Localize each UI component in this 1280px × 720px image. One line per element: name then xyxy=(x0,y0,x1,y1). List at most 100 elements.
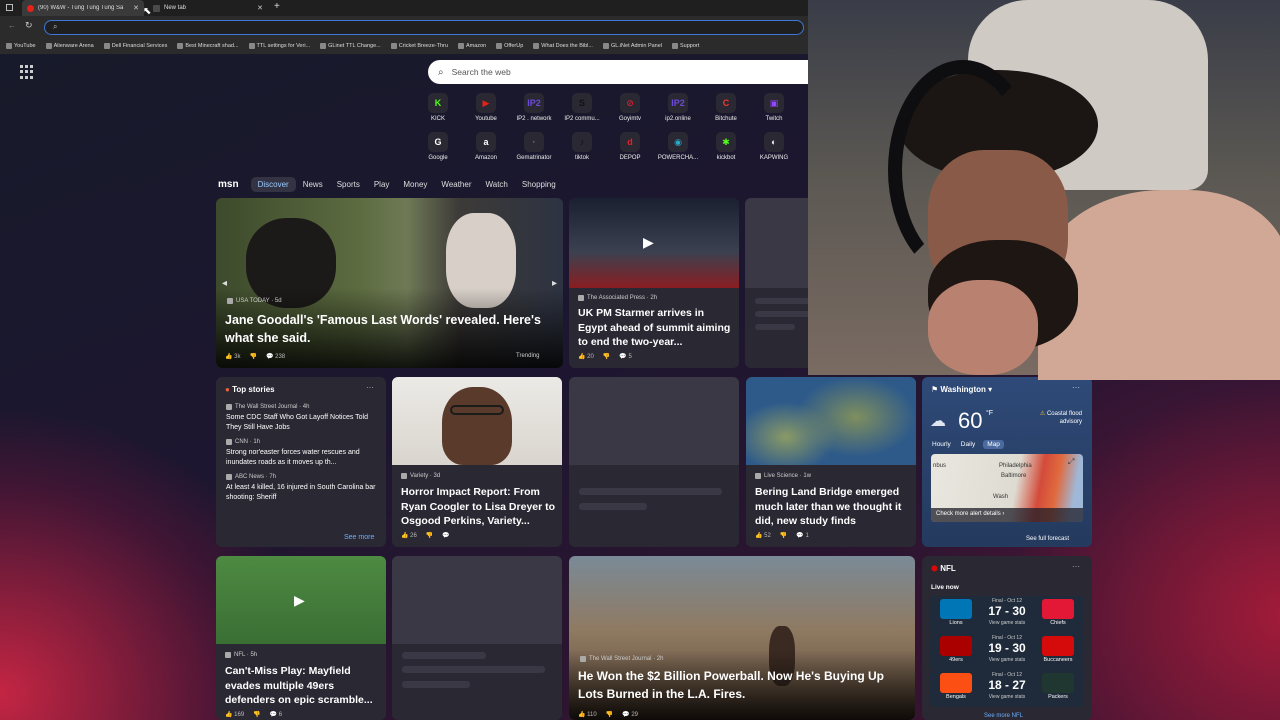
msn-logo[interactable]: msn xyxy=(218,179,239,190)
comment-icon[interactable]: 💬 6 xyxy=(270,711,282,718)
like-icon[interactable]: 👍 169 xyxy=(225,711,244,718)
comment-icon[interactable]: 💬 xyxy=(442,532,449,539)
game-row[interactable]: Lions Chiefs Final - Oct 12 17 - 30 View gam… xyxy=(930,596,1084,633)
dislike-icon[interactable]: 👎 xyxy=(603,353,610,360)
see-more-nfl-link[interactable]: See more NFL xyxy=(984,713,1023,719)
horror-headline[interactable]: Horror Impact Report: From Ryan Coogler … xyxy=(401,485,557,529)
story-headline[interactable]: At least 4 killed, 16 injured in South C… xyxy=(226,483,382,503)
web-search-box[interactable]: ⌕ Search the web xyxy=(428,60,808,84)
carousel-next-icon[interactable]: ▸ xyxy=(552,278,557,289)
play-icon[interactable]: ▶ xyxy=(294,592,305,609)
quick-link-11[interactable]: ♪ tiktok xyxy=(558,132,606,165)
weather-location[interactable]: ⚑ Washington ▾ xyxy=(931,385,992,394)
bookmark-item[interactable]: OfferUp xyxy=(496,43,523,49)
dislike-icon[interactable]: 👎 xyxy=(249,353,256,360)
dislike-icon[interactable]: 👎 xyxy=(606,711,613,718)
list-item[interactable]: ABC News · 7h At least 4 killed, 16 injur… xyxy=(226,474,382,503)
weather-tab-hourly[interactable]: Hourly xyxy=(930,440,953,449)
bookmark-item[interactable]: Cricket Breeze-Thru xyxy=(390,43,448,49)
bookmark-item[interactable]: What Does the Bibl... xyxy=(533,43,593,49)
close-tab-icon[interactable]: ✕ xyxy=(133,4,139,12)
game-stats-link[interactable]: View game stats xyxy=(930,694,1084,700)
starmer-card[interactable]: ▶ The Associated Press · 2h UK PM Starme… xyxy=(569,198,739,368)
bookmark-item[interactable]: TTL settings for Veri... xyxy=(248,43,310,49)
bookmark-item[interactable]: Dell Financial Services xyxy=(103,43,167,49)
more-options-icon[interactable]: ··· xyxy=(1072,562,1080,571)
hero-card[interactable]: ◂ ▸ USA TODAY · 5d Jane Goodall's 'Famou… xyxy=(216,198,563,368)
tab-play[interactable]: Play xyxy=(367,177,397,192)
quick-link-1[interactable]: ▶ Youtube xyxy=(462,93,510,126)
expand-icon[interactable]: ⤢ xyxy=(1068,457,1074,467)
bookmark-item[interactable]: GL.iNet Admin Panel xyxy=(602,43,662,49)
starmer-headline[interactable]: UK PM Starmer arrives in Egypt ahead of … xyxy=(578,306,734,350)
weather-map[interactable]: Philadelphia Baltimore Wash nbus ⤢ Check… xyxy=(931,454,1083,522)
bookmark-item[interactable]: YouTube xyxy=(6,43,36,49)
comment-icon[interactable]: 💬 5 xyxy=(619,353,631,360)
tab-youtube[interactable]: (90) W&W - Tung Tung Tung Sa ✕ xyxy=(22,0,144,16)
tab-weather[interactable]: Weather xyxy=(434,177,478,192)
url-input[interactable]: ⌕ xyxy=(44,20,804,35)
like-icon[interactable]: 👍 110 xyxy=(578,711,597,718)
quick-link-2[interactable]: IP2 IP2 . network xyxy=(510,93,558,126)
tab-new-tab[interactable]: New tab ✕ xyxy=(148,0,268,16)
tab-discover[interactable]: Discover xyxy=(250,176,296,192)
tab-sports[interactable]: Sports xyxy=(330,177,367,192)
comment-icon[interactable]: 💬 1 xyxy=(796,532,808,539)
see-more-link[interactable]: See more xyxy=(344,534,374,541)
story-headline[interactable]: Some CDC Staff Who Got Layoff Notices To… xyxy=(226,413,382,433)
mayfield-card[interactable]: ▶ NFL · 5h Can't-Miss Play: Mayfield eva… xyxy=(216,556,386,720)
weather-tab-map[interactable]: Map xyxy=(983,440,1004,449)
bookmark-item[interactable]: GLinet TTL Change... xyxy=(320,43,381,49)
more-options-icon[interactable]: ··· xyxy=(366,383,374,392)
weather-tab-daily[interactable]: Daily xyxy=(959,440,977,449)
weather-card[interactable]: ⚑ Washington ▾ ··· ☁ 60 °F ⚠ Coastal flo… xyxy=(922,377,1092,547)
quick-link-12[interactable]: d DEPOP xyxy=(606,132,654,165)
quick-link-0[interactable]: K KICK xyxy=(414,93,462,126)
quick-link-9[interactable]: a Amazon xyxy=(462,132,510,165)
nfl-title[interactable]: ⬢ NFL xyxy=(931,564,956,573)
apps-grid-icon[interactable] xyxy=(20,65,34,79)
like-icon[interactable]: 👍 3k xyxy=(225,353,240,360)
carousel-prev-icon[interactable]: ◂ xyxy=(222,278,227,289)
horror-card[interactable]: Variety · 3d Horror Impact Report: From … xyxy=(392,377,562,547)
back-arrow-icon[interactable]: ← xyxy=(8,21,16,30)
bookmark-item[interactable]: Support xyxy=(672,43,699,49)
alert-details-link[interactable]: Check more alert details › xyxy=(931,508,1083,522)
quick-link-4[interactable]: ⊘ Goyimtv xyxy=(606,93,654,126)
hero-headline[interactable]: Jane Goodall's 'Famous Last Words' revea… xyxy=(225,311,560,347)
quick-link-14[interactable]: ✱ kickbot xyxy=(702,132,750,165)
mayfield-headline[interactable]: Can't-Miss Play: Mayfield evades multipl… xyxy=(225,664,383,708)
powerball-card[interactable]: The Wall Street Journal · 2h He Won the … xyxy=(569,556,915,720)
powerball-headline[interactable]: He Won the $2 Billion Powerball. Now He'… xyxy=(578,668,908,703)
bookmark-item[interactable]: Alienware Arena xyxy=(45,43,94,49)
list-item[interactable]: The Wall Street Journal · 4h Some CDC Sta… xyxy=(226,404,382,433)
play-icon[interactable]: ▶ xyxy=(643,234,654,251)
weather-alert[interactable]: ⚠ Coastal flood advisory xyxy=(1022,410,1082,426)
quick-link-7[interactable]: ▣ Twitch xyxy=(750,93,798,126)
game-row[interactable]: 49ers Buccaneers Final - Oct 12 19 - 30 View… xyxy=(930,633,1084,670)
tab-money[interactable]: Money xyxy=(396,177,434,192)
quick-link-15[interactable]: ◐ KAPWING xyxy=(750,132,798,165)
game-stats-link[interactable]: View game stats xyxy=(930,657,1084,663)
story-headline[interactable]: Strong nor'easter forces water rescues a… xyxy=(226,448,382,468)
tab-shopping[interactable]: Shopping xyxy=(515,177,563,192)
quick-link-3[interactable]: S IP2 commu... xyxy=(558,93,606,126)
bookmark-item[interactable]: Amazon xyxy=(457,43,486,49)
more-options-icon[interactable]: ··· xyxy=(1072,383,1080,392)
quick-link-8[interactable]: G Google xyxy=(414,132,462,165)
close-tab-icon[interactable]: ✕ xyxy=(257,4,263,12)
game-row[interactable]: Bengals Packers Final - Oct 12 18 - 27 View … xyxy=(930,670,1084,707)
comment-icon[interactable]: 💬 238 xyxy=(266,353,285,360)
quick-link-13[interactable]: ◉ POWERCHA... xyxy=(654,132,702,165)
quick-link-5[interactable]: IP2 ip2.online xyxy=(654,93,702,126)
like-icon[interactable]: 👍 20 xyxy=(578,353,594,360)
bering-headline[interactable]: Bering Land Bridge emerged much later th… xyxy=(755,485,913,529)
comment-icon[interactable]: 💬 29 xyxy=(622,711,638,718)
like-icon[interactable]: 👍 52 xyxy=(755,532,771,539)
tab-watch[interactable]: Watch xyxy=(479,177,515,192)
full-forecast-link[interactable]: See full forecast xyxy=(1026,536,1069,542)
new-tab-plus-icon[interactable]: + xyxy=(274,1,280,12)
quick-link-6[interactable]: C Bitchute xyxy=(702,93,750,126)
refresh-icon[interactable]: ↻ xyxy=(25,20,33,31)
bookmark-item[interactable]: Best Minecraft shad... xyxy=(177,43,239,49)
